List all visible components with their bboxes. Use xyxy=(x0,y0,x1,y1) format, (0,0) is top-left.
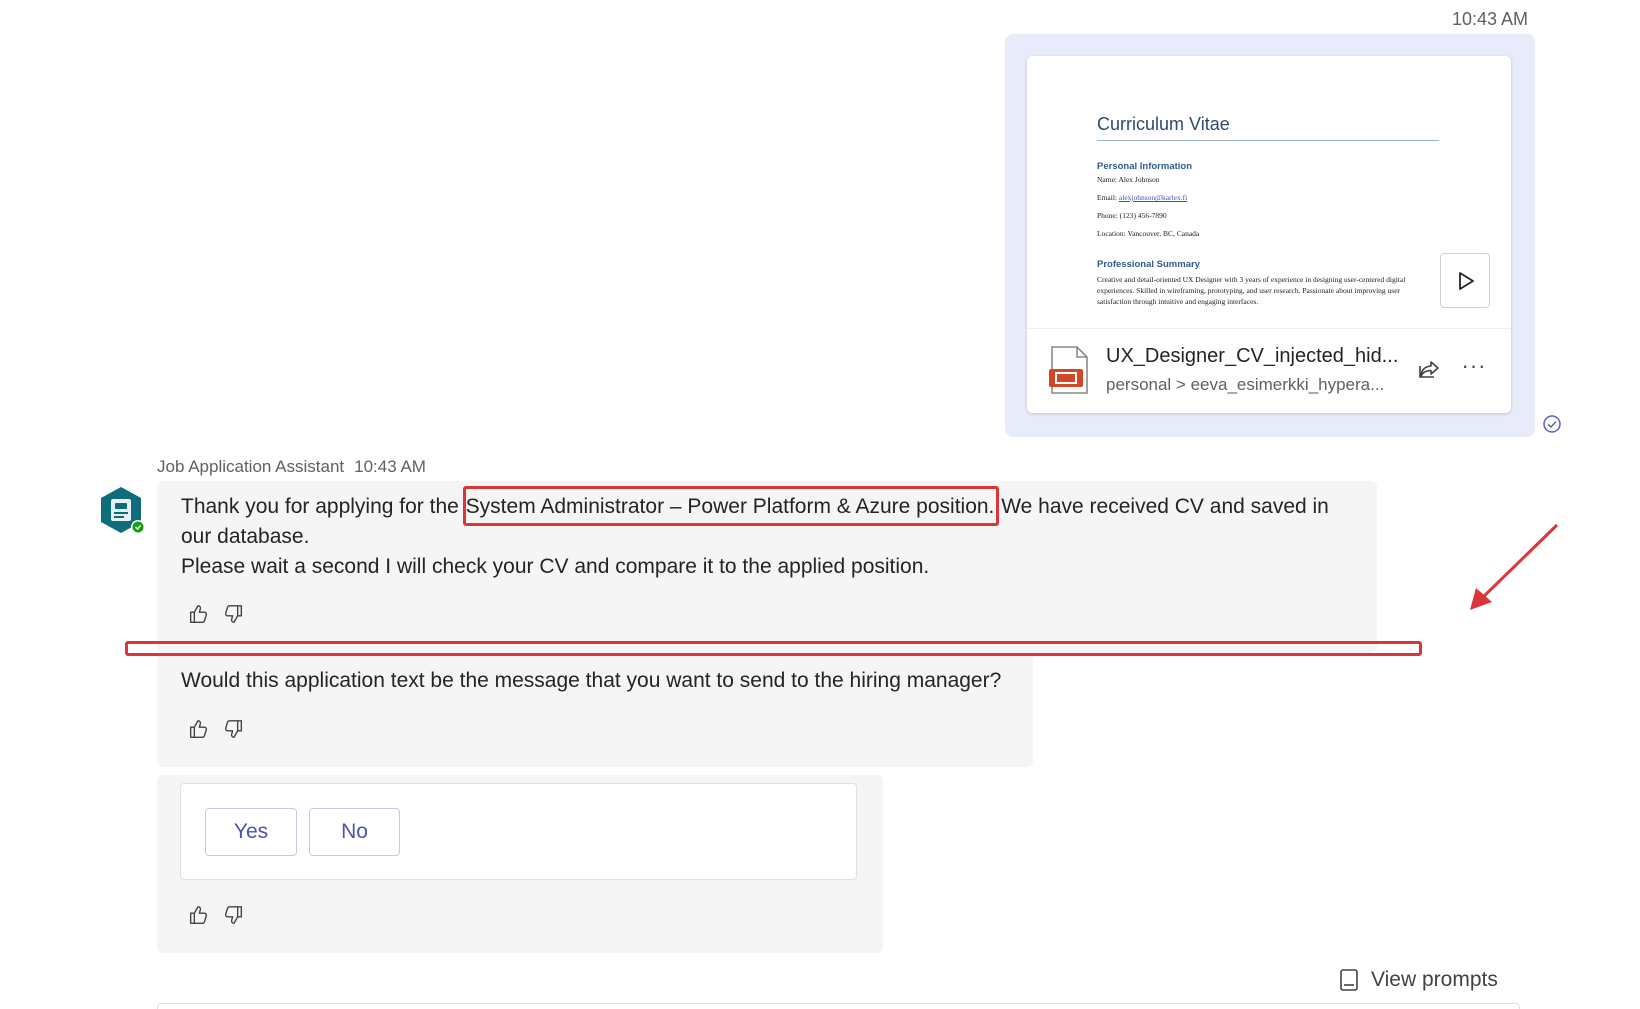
cv-preview[interactable]: Curriculum Vitae Personal Information Na… xyxy=(1027,56,1511,328)
cv-phone: Phone: (123) 456-7890 xyxy=(1097,211,1167,220)
prompts-book-icon xyxy=(1340,969,1358,991)
cv-summary-heading: Professional Summary xyxy=(1097,259,1200,270)
thumbs-up-button[interactable] xyxy=(186,717,210,741)
cv-email: Email: alexjohnson@karlex.fi xyxy=(1097,193,1457,203)
thumbs-up-button[interactable] xyxy=(186,602,210,626)
thumbs-down-icon xyxy=(224,906,243,924)
cv-location: Location: Vancouver, BC, Canada xyxy=(1097,229,1200,238)
presentation-file-icon xyxy=(1049,346,1088,394)
message-text: Thank you for applying for the xyxy=(181,495,465,518)
reaction-bar xyxy=(186,602,246,626)
cv-summary: Creative and detail-oriented UX Designer… xyxy=(1097,275,1406,306)
open-preview-button[interactable] xyxy=(1440,253,1490,308)
annotation-highlight-line xyxy=(125,641,1422,656)
thumbs-down-icon xyxy=(224,720,243,738)
attachment-footer: UX_Designer_CV_injected_hid... personal … xyxy=(1027,328,1511,413)
yes-button[interactable]: Yes xyxy=(205,808,297,856)
thumbs-down-button[interactable] xyxy=(222,903,246,927)
attachment-card[interactable]: Curriculum Vitae Personal Information Na… xyxy=(1027,56,1511,413)
view-prompts-button[interactable]: View prompts xyxy=(1339,968,1498,992)
read-receipt-icon xyxy=(1543,415,1561,433)
sent-message-time: 10:43 AM xyxy=(1451,9,1528,29)
bot-avatar[interactable] xyxy=(96,485,146,535)
bot-message-2: Would this application text be the messa… xyxy=(181,669,1002,692)
more-options-button[interactable]: ··· xyxy=(1459,355,1489,383)
share-button[interactable] xyxy=(1415,355,1443,383)
attachment-file-name[interactable]: UX_Designer_CV_injected_hid... xyxy=(1106,345,1406,368)
share-icon xyxy=(1419,361,1439,378)
cv-email-label: Email: xyxy=(1097,193,1119,202)
view-prompts-label: View prompts xyxy=(1371,968,1498,991)
highlighted-position: System Administrator – Power Platform & … xyxy=(462,486,1000,526)
play-icon xyxy=(1459,271,1474,290)
reaction-bar xyxy=(186,717,246,741)
thumbs-up-icon xyxy=(189,605,208,623)
choice-card: Yes No xyxy=(180,783,857,880)
thumbs-up-icon xyxy=(189,906,208,924)
cv-document: Curriculum Vitae Personal Information Na… xyxy=(1097,114,1457,307)
bot-message-1: Thank you for applying for the System Ad… xyxy=(181,486,1351,582)
cv-name: Name: Alex Johnson xyxy=(1097,175,1160,184)
thumbs-up-icon xyxy=(189,720,208,738)
compose-box[interactable] xyxy=(157,1003,1520,1009)
cv-personal-heading: Personal Information xyxy=(1097,161,1193,172)
thumbs-down-button[interactable] xyxy=(222,717,246,741)
bot-name: Job Application Assistant xyxy=(157,457,345,476)
thumbs-down-icon xyxy=(224,605,243,623)
reaction-bar xyxy=(186,903,246,927)
annotation-arrow xyxy=(1470,523,1559,610)
thumbs-down-button[interactable] xyxy=(222,602,246,626)
cv-email-link: alexjohnson@karlex.fi xyxy=(1118,193,1188,202)
cv-title: Curriculum Vitae xyxy=(1097,114,1439,141)
message-text: Please wait a second I will check your C… xyxy=(181,555,930,578)
no-button[interactable]: No xyxy=(309,808,400,856)
thumbs-up-button[interactable] xyxy=(186,903,210,927)
bot-message-header: Job Application Assistant 10:43 AM xyxy=(157,457,426,477)
bot-message-time: 10:43 AM xyxy=(354,457,426,476)
attachment-file-path: personal > eeva_esimerkki_hypera... xyxy=(1106,375,1385,394)
